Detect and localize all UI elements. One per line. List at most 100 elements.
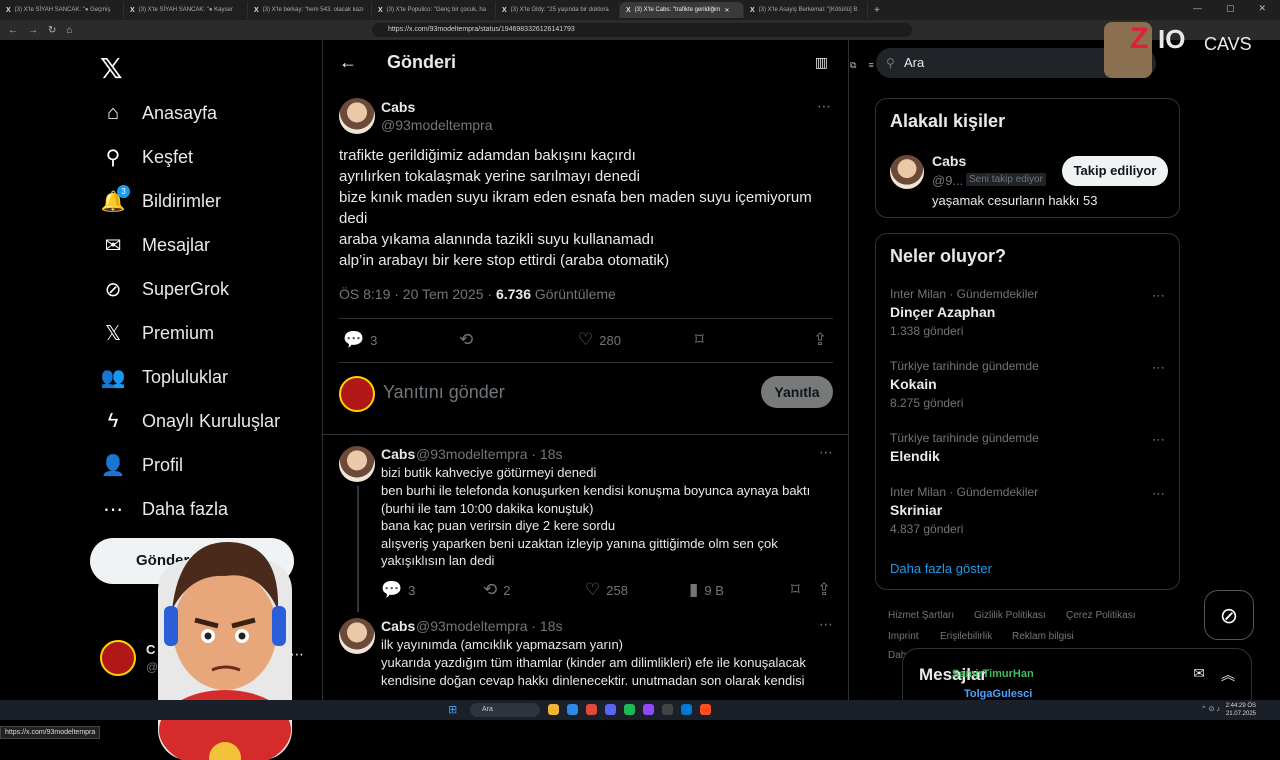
maximize-icon[interactable]: ▢	[1226, 3, 1235, 14]
forward-nav-icon[interactable]: →	[28, 25, 38, 36]
sidebar-item-communities[interactable]: 👥 Topluluklar	[100, 362, 229, 392]
x-favicon-icon: X	[254, 6, 259, 14]
tweet-timestamp[interactable]: ÖS 8:19 · 20 Tem 2025 ·	[339, 286, 496, 302]
account-avatar[interactable]	[100, 640, 136, 676]
url-field[interactable]: https://x.com/93modeltempra/status/19469…	[372, 23, 912, 37]
obs-icon[interactable]	[662, 704, 673, 715]
reply-avatar[interactable]	[339, 618, 375, 654]
footer-link[interactable]: Erişilebilirlik	[940, 631, 992, 642]
system-tray-icon[interactable]: ⌃ ⊙ ♪	[1201, 705, 1220, 713]
reply-author-name[interactable]: Cabs	[381, 446, 415, 462]
footer-link[interactable]: Imprint	[888, 631, 919, 642]
author-name[interactable]: Cabs	[381, 99, 415, 115]
reply-author-handle[interactable]: @93modeltempra · 18s	[416, 446, 563, 462]
repost-action[interactable]: ⟲ 2	[483, 580, 510, 600]
sidebar-item-premium[interactable]: 𝕏 Premium	[100, 318, 214, 348]
back-nav-icon[interactable]: ←	[8, 25, 18, 36]
expand-icon[interactable]: ︽	[1221, 665, 1235, 685]
taskbar-search[interactable]: Ara	[470, 703, 540, 717]
spotify-icon[interactable]	[624, 704, 635, 715]
reply-button[interactable]: Yanıtla	[761, 376, 833, 408]
store-icon[interactable]	[681, 704, 692, 715]
edge-icon[interactable]	[567, 704, 578, 715]
reply-more-icon[interactable]: ⋯	[819, 616, 833, 633]
repost-action[interactable]: ⟲	[459, 330, 473, 350]
author-handle[interactable]: @93modeltempra	[381, 117, 493, 133]
new-tab-icon[interactable]: +	[874, 5, 880, 16]
share-action[interactable]: ⇪	[817, 580, 831, 600]
back-arrow-icon[interactable]: ←	[339, 52, 357, 73]
trend-more-icon[interactable]: ⋯	[1152, 360, 1165, 376]
browser-tab[interactable]: X (3) X'te berkay: "hem 543. olacak kazı	[248, 2, 372, 18]
reply-action[interactable]: 💬 3	[381, 580, 415, 600]
sidebar-item-notifications[interactable]: 🔔 3 Bildirimler	[100, 184, 221, 216]
new-message-icon[interactable]: ✉	[1193, 665, 1205, 685]
minimize-icon[interactable]: —	[1193, 3, 1202, 14]
sidebar-item-supergrok[interactable]: ⊘ SuperGrok	[100, 274, 229, 304]
sidebar-item-explore[interactable]: ⚲ Keşfet	[100, 142, 193, 172]
home-nav-icon[interactable]: ⌂	[66, 25, 72, 36]
browser-tab-active[interactable]: X (3) X'te Cabs: "trafikte gerildiğim ✕	[620, 2, 744, 18]
reply-more-icon[interactable]: ⋯	[819, 444, 833, 461]
twitch-icon[interactable]	[643, 704, 654, 715]
x-logo-icon[interactable]: 𝕏	[100, 52, 123, 85]
trend-title[interactable]: Dinçer Azaphan	[890, 304, 995, 320]
trend-title[interactable]: Skriniar	[890, 502, 942, 518]
author-avatar[interactable]	[339, 98, 375, 134]
related-avatar[interactable]	[890, 155, 924, 189]
reply-author-handle[interactable]: @93modeltempra · 18s	[416, 618, 563, 634]
trend-title[interactable]: Elendik	[890, 448, 940, 464]
brave-icon[interactable]	[700, 704, 711, 715]
footer-link[interactable]: Gizlilik Politikası	[974, 610, 1046, 621]
following-button[interactable]: Takip ediliyor	[1062, 156, 1168, 186]
chrome-icon[interactable]	[586, 704, 597, 715]
browser-tab[interactable]: X (3) X'te Asayiş Berkemal: "[Kötürlü] B	[744, 2, 868, 18]
sidebar-item-verified-orgs[interactable]: ϟ Onaylı Kuruluşlar	[100, 406, 280, 436]
footer-link[interactable]: Hizmet Şartları	[888, 610, 954, 621]
reply-text-line: ben burhi ile telefonda konuşurken kendi…	[381, 483, 811, 498]
trend-title[interactable]: Kokain	[890, 376, 937, 392]
show-more-link[interactable]: Daha fazla göster	[890, 561, 992, 576]
reply-author-name[interactable]: Cabs	[381, 618, 415, 634]
footer-link[interactable]: Çerez Politikası	[1066, 610, 1135, 621]
address-bar: ← → ↻ ⌂ https://x.com/93modeltempra/status/…	[0, 20, 1280, 70]
sidebar-item-messages[interactable]: ✉ Mesajlar	[100, 230, 210, 260]
close-window-icon[interactable]: ✕	[1258, 3, 1266, 14]
grok-fab-icon[interactable]: ⊘	[1204, 590, 1254, 640]
reload-icon[interactable]: ↻	[48, 25, 56, 36]
bookmark-action[interactable]: ⌑	[791, 580, 800, 600]
clock[interactable]: 2:44:29 ÖS 21.07.2025	[1226, 702, 1256, 718]
bookmark-action[interactable]: ⌑	[695, 330, 704, 350]
trend-more-icon[interactable]: ⋯	[1152, 432, 1165, 448]
browser-tab[interactable]: X (3) X'te Gldy: "25 yaşında bir doktora	[496, 2, 620, 18]
trend-count: 1.338 gönderi	[890, 324, 964, 338]
browser-tab[interactable]: X (3) X'te SİYAH SANCAK: "● Geçmiş	[0, 2, 124, 18]
related-handle: @9...	[932, 173, 964, 188]
browser-tab[interactable]: X (3) X'te SİYAH SANCAK: "● Kayser	[124, 2, 248, 18]
explorer-icon[interactable]	[548, 704, 559, 715]
share-action[interactable]: ⇪	[813, 330, 827, 350]
reader-mode-icon[interactable]: ▥	[815, 54, 828, 71]
related-name[interactable]: Cabs	[932, 153, 966, 169]
tweet-meta: ÖS 8:19 · 20 Tem 2025 · 6.736 Görüntülem…	[339, 286, 616, 302]
tweet-text-line: araba yıkama alanında tazikli suyu kulla…	[339, 231, 655, 248]
trend-more-icon[interactable]: ⋯	[1152, 486, 1165, 502]
browser-tab[interactable]: X (3) X'te Populico: "Genç bir çocuk, ha	[372, 2, 496, 18]
like-action[interactable]: ♡ 280	[578, 330, 621, 350]
windows-start-icon[interactable]: ⊞	[448, 703, 457, 716]
close-tab-icon[interactable]: ✕	[724, 7, 729, 14]
sidebar-item-home[interactable]: ⌂ Anasayfa	[100, 98, 217, 128]
chat-overlay-user: SamirTimurHan	[952, 668, 1034, 680]
discord-icon[interactable]	[605, 704, 616, 715]
reply-input[interactable]: Yanıtını gönder	[383, 382, 505, 403]
like-action[interactable]: ♡ 258	[585, 580, 628, 600]
reply-action[interactable]: 💬 3	[343, 330, 377, 350]
reply-avatar[interactable]	[339, 446, 375, 482]
views-action[interactable]: ▮ 9 B	[689, 580, 724, 600]
tweet-more-icon[interactable]: ⋯	[817, 98, 831, 115]
footer-link[interactable]: Reklam bilgisi	[1012, 631, 1074, 642]
trend-more-icon[interactable]: ⋯	[1152, 288, 1165, 304]
sidebar-item-profile[interactable]: 👤 Profil	[100, 450, 183, 480]
post-header: ← Gönderi ▥	[323, 40, 848, 85]
reply-text-line: bana kaç puan verirsin diye 2 kere sordu	[381, 518, 616, 533]
